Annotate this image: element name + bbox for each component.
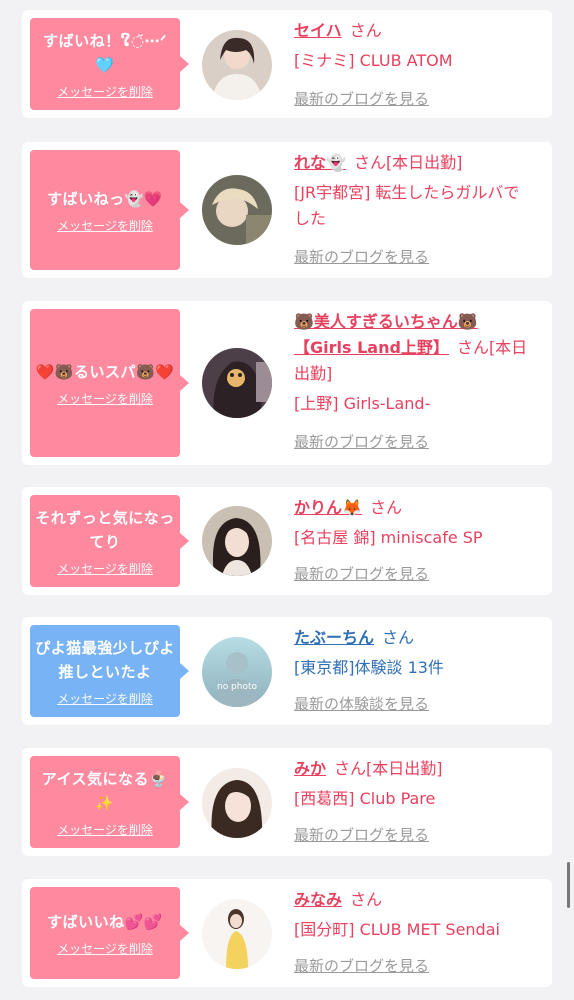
message-text: ぴよ猫最強少しぴよ推しといたよ: [35, 638, 175, 681]
delete-message-link[interactable]: メッセージを削除: [57, 560, 153, 577]
avatar[interactable]: [202, 768, 272, 838]
delete-message-link[interactable]: メッセージを削除: [57, 821, 153, 838]
girl-name-link[interactable]: みなみ: [294, 890, 342, 909]
girl-info: れな👻 さん[本日出勤] [JR宇都宮] 転生したらガルバでした: [294, 150, 534, 232]
avatar[interactable]: [202, 175, 272, 245]
shop-name: [国分町] CLUB MET Sendai: [294, 920, 500, 939]
message-bubble: ❤️🐻るいスパ🐻❤️ メッセージを削除: [30, 309, 189, 457]
girl-name-link[interactable]: かりん🦊: [294, 498, 362, 517]
latest-blog-link[interactable]: 最新のブログを見る: [294, 431, 429, 452]
latest-blog-link[interactable]: 最新のブログを見る: [294, 246, 429, 267]
shop-name: [西葛西] Club Pare: [294, 789, 436, 808]
girl-info: みか さん[本日出勤] [西葛西] Club Pare: [294, 756, 534, 812]
girl-name-link[interactable]: 🐻美人すぎるいちゃん🐻【Girls Land上野】: [294, 312, 478, 357]
message-text: アイス気になる🍨✨: [41, 769, 169, 812]
reviewer-info: たぶーちん さん [東京都]体験談 13件: [294, 625, 534, 681]
avatar[interactable]: [202, 30, 272, 100]
avatar[interactable]: [202, 899, 272, 969]
honorific: さん[本日出勤]: [334, 759, 443, 778]
message-card: ぴよ猫最強少しぴよ推しといたよ メッセージを削除 no photo たぶーちんさ…: [22, 617, 552, 725]
message-text: すばいいね💕💕: [47, 912, 163, 931]
no-photo-label: no photo: [217, 682, 258, 692]
delete-message-link[interactable]: メッセージを削除: [57, 217, 153, 234]
delete-message-link[interactable]: メッセージを削除: [57, 940, 153, 957]
scrollbar[interactable]: [567, 862, 570, 908]
message-bubble: すばいね！ໃ◌̆⋯ᐟ 🩵 メッセージを削除: [30, 18, 189, 110]
avatar[interactable]: [202, 506, 272, 576]
girl-info: 🐻美人すぎるいちゃん🐻【Girls Land上野】 さん[本日出勤] [上野] G…: [294, 309, 534, 417]
reviewer-name-link[interactable]: たぶーちん: [294, 628, 374, 647]
message-card: ❤️🐻るいスパ🐻❤️ メッセージを削除 🐻美人すぎるいちゃん🐻【Girls La…: [22, 301, 552, 465]
girl-name-link[interactable]: れな👻: [294, 153, 346, 172]
shop-name: [名古屋 錦] miniscafe SP: [294, 528, 483, 547]
avatar[interactable]: no photo: [202, 637, 272, 707]
message-bubble: すばいいね💕💕 メッセージを削除: [30, 887, 189, 979]
message-bubble: ぴよ猫最強少しぴよ推しといたよ メッセージを削除: [30, 625, 189, 717]
honorific: さん: [369, 498, 402, 517]
message-card: すばいね！ໃ◌̆⋯ᐟ 🩵 メッセージを削除 セイハ さん [ミナミ] CLUB A…: [22, 10, 552, 118]
girl-info: かりん🦊 さん [名古屋 錦] miniscafe SP: [294, 495, 534, 551]
shop-name: [上野] Girls-Land-: [294, 394, 431, 413]
message-bubble: アイス気になる🍨✨ メッセージを削除: [30, 756, 189, 848]
latest-review-link[interactable]: 最新の体験談を見る: [294, 693, 429, 714]
shop-name: [JR宇都宮] 転生したらガルバでした: [294, 183, 520, 228]
message-text: それずっと気になってり: [35, 508, 175, 551]
message-text: すばいねっ👻💗: [47, 189, 163, 208]
girl-info: みなみ さん [国分町] CLUB MET Sendai: [294, 887, 534, 943]
honorific: さん: [350, 890, 383, 909]
latest-blog-link[interactable]: 最新のブログを見る: [294, 824, 429, 845]
girl-name-link[interactable]: セイハ: [294, 21, 342, 40]
message-bubble: すばいねっ👻💗 メッセージを削除: [30, 150, 189, 270]
message-card: それずっと気になってり メッセージを削除 かりん🦊 さん [名古屋 錦] mini…: [22, 487, 552, 595]
message-card: すばいねっ👻💗 メッセージを削除 れな👻 さん[本日出勤] [JR宇都宮] 転生し…: [22, 142, 552, 278]
review-count: [東京都]体験談 13件: [294, 658, 444, 677]
latest-blog-link[interactable]: 最新のブログを見る: [294, 563, 429, 584]
girl-info: セイハ さん [ミナミ] CLUB ATOM: [294, 18, 534, 74]
latest-blog-link[interactable]: 最新のブログを見る: [294, 955, 429, 976]
message-bubble: それずっと気になってり メッセージを削除: [30, 495, 189, 587]
delete-message-link[interactable]: メッセージを削除: [57, 390, 153, 407]
message-text: すばいね！ໃ◌̆⋯ᐟ 🩵: [43, 31, 167, 74]
latest-blog-link[interactable]: 最新のブログを見る: [294, 88, 429, 109]
message-card: すばいいね💕💕 メッセージを削除 みなみ さん [国分町] CLUB MET Se…: [22, 879, 552, 987]
message-text: ❤️🐻るいスパ🐻❤️: [35, 362, 175, 381]
honorific: さん: [382, 628, 415, 647]
honorific: さん[本日出勤]: [353, 153, 463, 172]
shop-name: [ミナミ] CLUB ATOM: [294, 51, 453, 70]
delete-message-link[interactable]: メッセージを削除: [57, 83, 153, 100]
girl-name-link[interactable]: みか: [294, 759, 326, 778]
delete-message-link[interactable]: メッセージを削除: [57, 690, 153, 707]
message-card: アイス気になる🍨✨ メッセージを削除 みか さん[本日出勤] [西葛西] Club…: [22, 748, 552, 856]
avatar[interactable]: [202, 348, 272, 418]
honorific: さん: [349, 21, 382, 40]
